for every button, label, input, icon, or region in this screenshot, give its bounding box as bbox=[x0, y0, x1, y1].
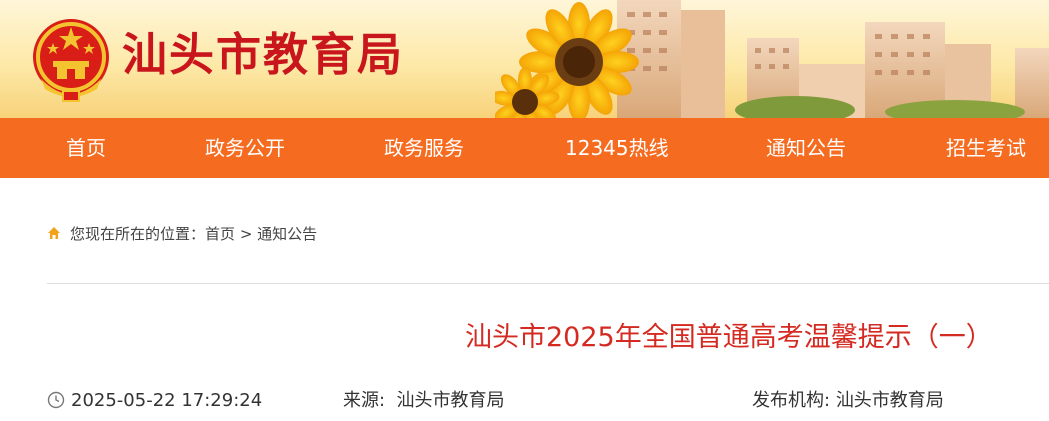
publisher-label: 发布机构: bbox=[752, 390, 831, 411]
article-datetime: 2025-05-22 17:29:24 bbox=[47, 388, 262, 414]
article-publisher: 发布机构: 汕头市教育局 bbox=[752, 388, 944, 414]
site-header: 汕头市教育局 bbox=[0, 0, 1049, 118]
article-source: 来源: 汕头市教育局 bbox=[343, 388, 505, 414]
main-nav: 首页 政务公开 政务服务 12345热线 通知公告 招生考试 bbox=[0, 118, 1049, 178]
article-title: 汕头市2025年全国普通高考温馨提示（一） bbox=[465, 322, 993, 353]
nav-item-admissions-exams[interactable]: 招生考试 bbox=[946, 118, 1026, 178]
home-icon bbox=[48, 227, 60, 239]
source-label: 来源: bbox=[343, 390, 386, 411]
nav-item-government-affairs[interactable]: 政务公开 bbox=[205, 118, 285, 178]
nav-item-notices[interactable]: 通知公告 bbox=[766, 118, 846, 178]
site-title[interactable]: 汕头市教育局 bbox=[122, 25, 404, 85]
content-divider bbox=[47, 283, 1049, 284]
breadcrumb-prefix: 您现在所在的位置： bbox=[70, 225, 206, 243]
breadcrumb-home-link[interactable]: 首页 bbox=[205, 225, 235, 243]
publisher-value: 汕头市教育局 bbox=[835, 390, 944, 411]
nav-item-government-services[interactable]: 政务服务 bbox=[384, 118, 464, 178]
breadcrumb-separator: > bbox=[239, 225, 253, 243]
national-emblem-icon[interactable] bbox=[31, 17, 111, 102]
breadcrumb: 您现在所在的位置：首页 > 通知公告 bbox=[47, 222, 317, 246]
breadcrumb-notices-link[interactable]: 通知公告 bbox=[257, 225, 317, 243]
source-value: 汕头市教育局 bbox=[396, 390, 505, 411]
nav-item-12345-hotline[interactable]: 12345热线 bbox=[565, 118, 669, 178]
clock-icon bbox=[47, 391, 65, 409]
header-banner-image bbox=[495, 0, 1049, 118]
nav-item-home[interactable]: 首页 bbox=[66, 118, 106, 178]
article-datetime-value: 2025-05-22 17:29:24 bbox=[71, 390, 263, 411]
